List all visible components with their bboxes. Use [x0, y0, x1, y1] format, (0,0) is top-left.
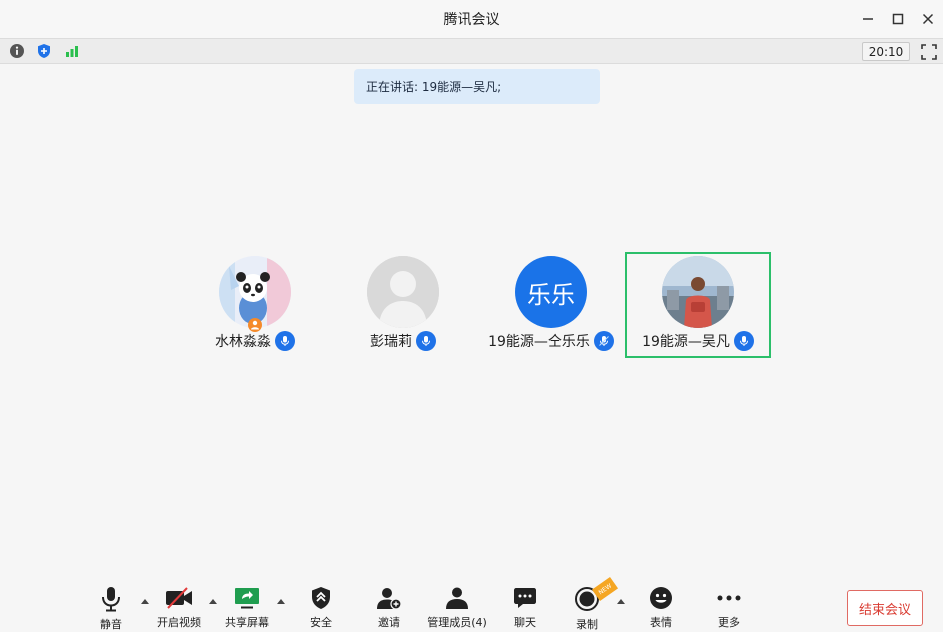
avatar: [367, 256, 439, 328]
manage-members-button[interactable]: 管理成员(4): [422, 586, 492, 630]
maximize-button[interactable]: [883, 0, 913, 38]
participant-name: 水林淼淼: [215, 334, 271, 350]
minimize-icon: [863, 18, 873, 20]
participant-tile-active[interactable]: 19能源—吴凡: [625, 252, 771, 358]
security-shield-icon: [307, 586, 335, 610]
avatar-text: 乐乐: [527, 280, 575, 309]
participant-name: 彭瑞莉: [370, 334, 412, 350]
manage-members-label: 管理成员(4): [427, 616, 487, 629]
smiley-icon: [647, 586, 675, 610]
participant-name-row: 水林淼淼: [182, 331, 328, 351]
share-screen-label: 共享屏幕: [225, 616, 269, 629]
mute-button[interactable]: 静音: [81, 586, 141, 631]
avatar: 乐乐: [515, 256, 587, 328]
more-label: 更多: [718, 616, 740, 629]
chat-bubble-icon: [511, 586, 539, 610]
mic-on-icon: [275, 331, 295, 351]
host-badge-icon: [248, 318, 262, 332]
participant-tile[interactable]: 水林淼淼: [182, 252, 328, 358]
security-label: 安全: [310, 616, 332, 629]
invite-label: 邀请: [378, 616, 400, 629]
mic-on-icon: [733, 331, 754, 351]
share-screen-button[interactable]: 共享屏幕: [217, 586, 277, 630]
close-icon: [922, 13, 934, 25]
invite-button[interactable]: 邀请: [359, 586, 419, 630]
share-screen-icon: [233, 586, 261, 610]
minimize-button[interactable]: [853, 0, 883, 38]
shield-icon[interactable]: [36, 43, 52, 59]
fullscreen-icon[interactable]: [920, 43, 938, 61]
invite-user-icon: [375, 586, 403, 610]
window-title: 腾讯会议: [443, 12, 500, 28]
participant-name-row: 19能源—仝乐乐: [478, 331, 624, 351]
avatar: [662, 256, 734, 328]
reactions-button[interactable]: 表情: [631, 586, 691, 630]
info-icon[interactable]: [9, 43, 25, 59]
start-video-button[interactable]: 开启视频: [149, 586, 209, 630]
mute-label: 静音: [100, 618, 122, 631]
title-bar: 腾讯会议: [0, 0, 943, 38]
participant-name-row: 彭瑞莉: [330, 331, 476, 351]
more-button[interactable]: 更多: [699, 586, 759, 630]
mic-on-icon: [416, 331, 436, 351]
speaking-banner: 正在讲话: 19能源—吴凡;: [354, 69, 600, 104]
more-dots-icon: [715, 586, 743, 610]
participant-name: 19能源—吴凡: [642, 334, 730, 350]
end-meeting-button[interactable]: 结束会议: [847, 590, 923, 626]
signal-icon[interactable]: [64, 43, 80, 59]
participant-name: 19能源—仝乐乐: [488, 334, 590, 350]
chat-button[interactable]: 聊天: [495, 586, 555, 630]
microphone-icon: [97, 586, 125, 612]
meeting-status-bar: 20:10: [0, 38, 943, 64]
share-options-caret[interactable]: [276, 597, 286, 605]
participant-tile[interactable]: 乐乐 19能源—仝乐乐: [478, 252, 624, 358]
meeting-timer: 20:10: [862, 42, 910, 61]
security-button[interactable]: 安全: [291, 586, 351, 630]
bottom-toolbar: 静音 开启视频 共享屏幕 安全 邀请 管理成员(4) 聊天 录制 NEW 表情 …: [0, 576, 943, 632]
maximize-icon: [892, 13, 904, 25]
start-video-label: 开启视频: [157, 616, 201, 629]
mic-speaking-icon: [593, 331, 614, 351]
close-button[interactable]: [913, 0, 943, 38]
chat-label: 聊天: [514, 616, 536, 629]
video-off-icon: [165, 586, 193, 610]
window-controls: [853, 0, 943, 38]
participant-tile[interactable]: 彭瑞莉: [330, 252, 476, 358]
reactions-label: 表情: [650, 616, 672, 629]
participant-name-row: 19能源—吴凡: [627, 331, 769, 351]
members-icon: [443, 586, 471, 610]
record-label: 录制: [576, 618, 598, 631]
record-options-caret[interactable]: [616, 597, 626, 605]
